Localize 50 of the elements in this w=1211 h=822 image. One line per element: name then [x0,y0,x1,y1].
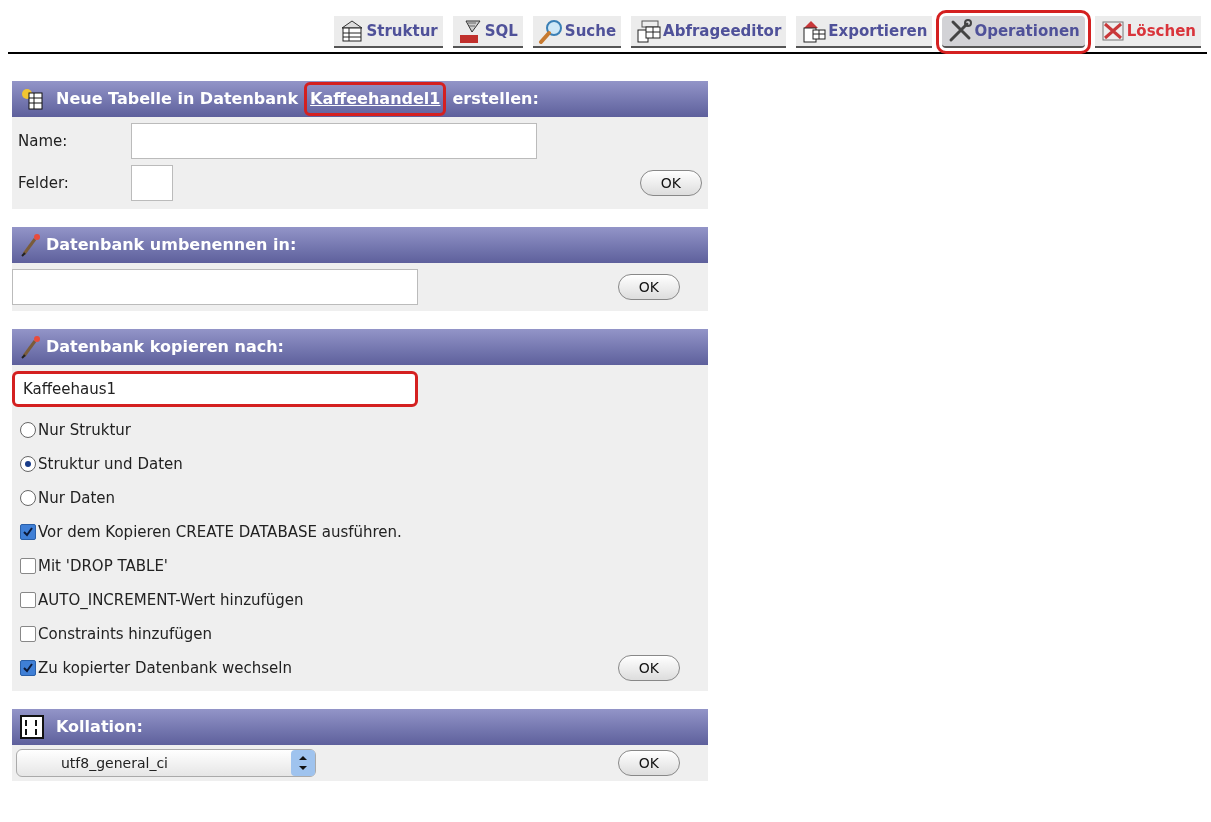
option-label: Zu kopierter Datenbank wechseln [38,657,292,679]
checkbox[interactable] [20,524,36,540]
radio-button[interactable] [20,456,36,472]
tab[interactable]: Exportieren [796,16,933,48]
header-text: Datenbank kopieren nach: [46,336,284,358]
tab[interactable]: SQL [452,16,523,48]
radio-button[interactable] [20,490,36,506]
ok-button[interactable]: OK [617,274,680,300]
delete-icon [1099,18,1126,44]
pencil-icon [20,233,42,257]
tab[interactable]: Löschen [1094,16,1201,48]
tab[interactable]: Struktur [334,16,443,48]
header-text: Datenbank umbenennen in: [46,234,297,256]
query-icon [636,18,663,44]
header-text: erstellen: [452,88,539,110]
stepper-icon [291,750,315,776]
radio-button[interactable] [20,422,36,438]
check-icon [22,526,34,538]
collation-select[interactable]: utf8_general_ci [16,749,316,777]
name-field[interactable] [131,123,537,159]
search-icon [537,18,564,44]
ok-button[interactable]: OK [617,750,680,776]
option-label: Constraints hinzufügen [38,623,212,645]
tab[interactable]: Abfrageeditor [631,16,787,48]
copy-name-field[interactable]: Kaffeehaus1 [12,371,418,407]
ok-button[interactable]: OK [639,170,702,196]
field-label: Felder: [18,172,70,194]
checkbox[interactable] [20,592,36,608]
option-label: Struktur und Daten [38,453,183,475]
ok-button[interactable]: OK [617,655,680,681]
export-icon [801,18,828,44]
fields-count-field[interactable] [131,165,173,201]
pencil-icon [20,335,42,359]
database-link[interactable]: Kaffeehandel1 [304,82,447,116]
check-icon [22,662,34,674]
option-label: Vor dem Kopieren CREATE DATABASE ausführen. [38,521,402,543]
tab[interactable]: Suche [532,16,622,48]
checkbox[interactable] [20,558,36,574]
header-text: Kollation: [56,716,143,738]
header-text: Neue Tabelle in Datenbank [56,88,299,110]
new-table-icon [20,87,44,111]
checkbox[interactable] [20,660,36,676]
tools-icon [947,18,974,44]
option-label: Nur Struktur [38,419,131,441]
field-label: Name: [18,130,69,152]
new-name-field[interactable] [12,269,418,305]
checkbox[interactable] [20,626,36,642]
option-label: Nur Daten [38,487,116,509]
option-label: Mit 'DROP TABLE' [38,555,168,577]
option-label: AUTO_INCREMENT-Wert hinzufügen [38,589,304,611]
